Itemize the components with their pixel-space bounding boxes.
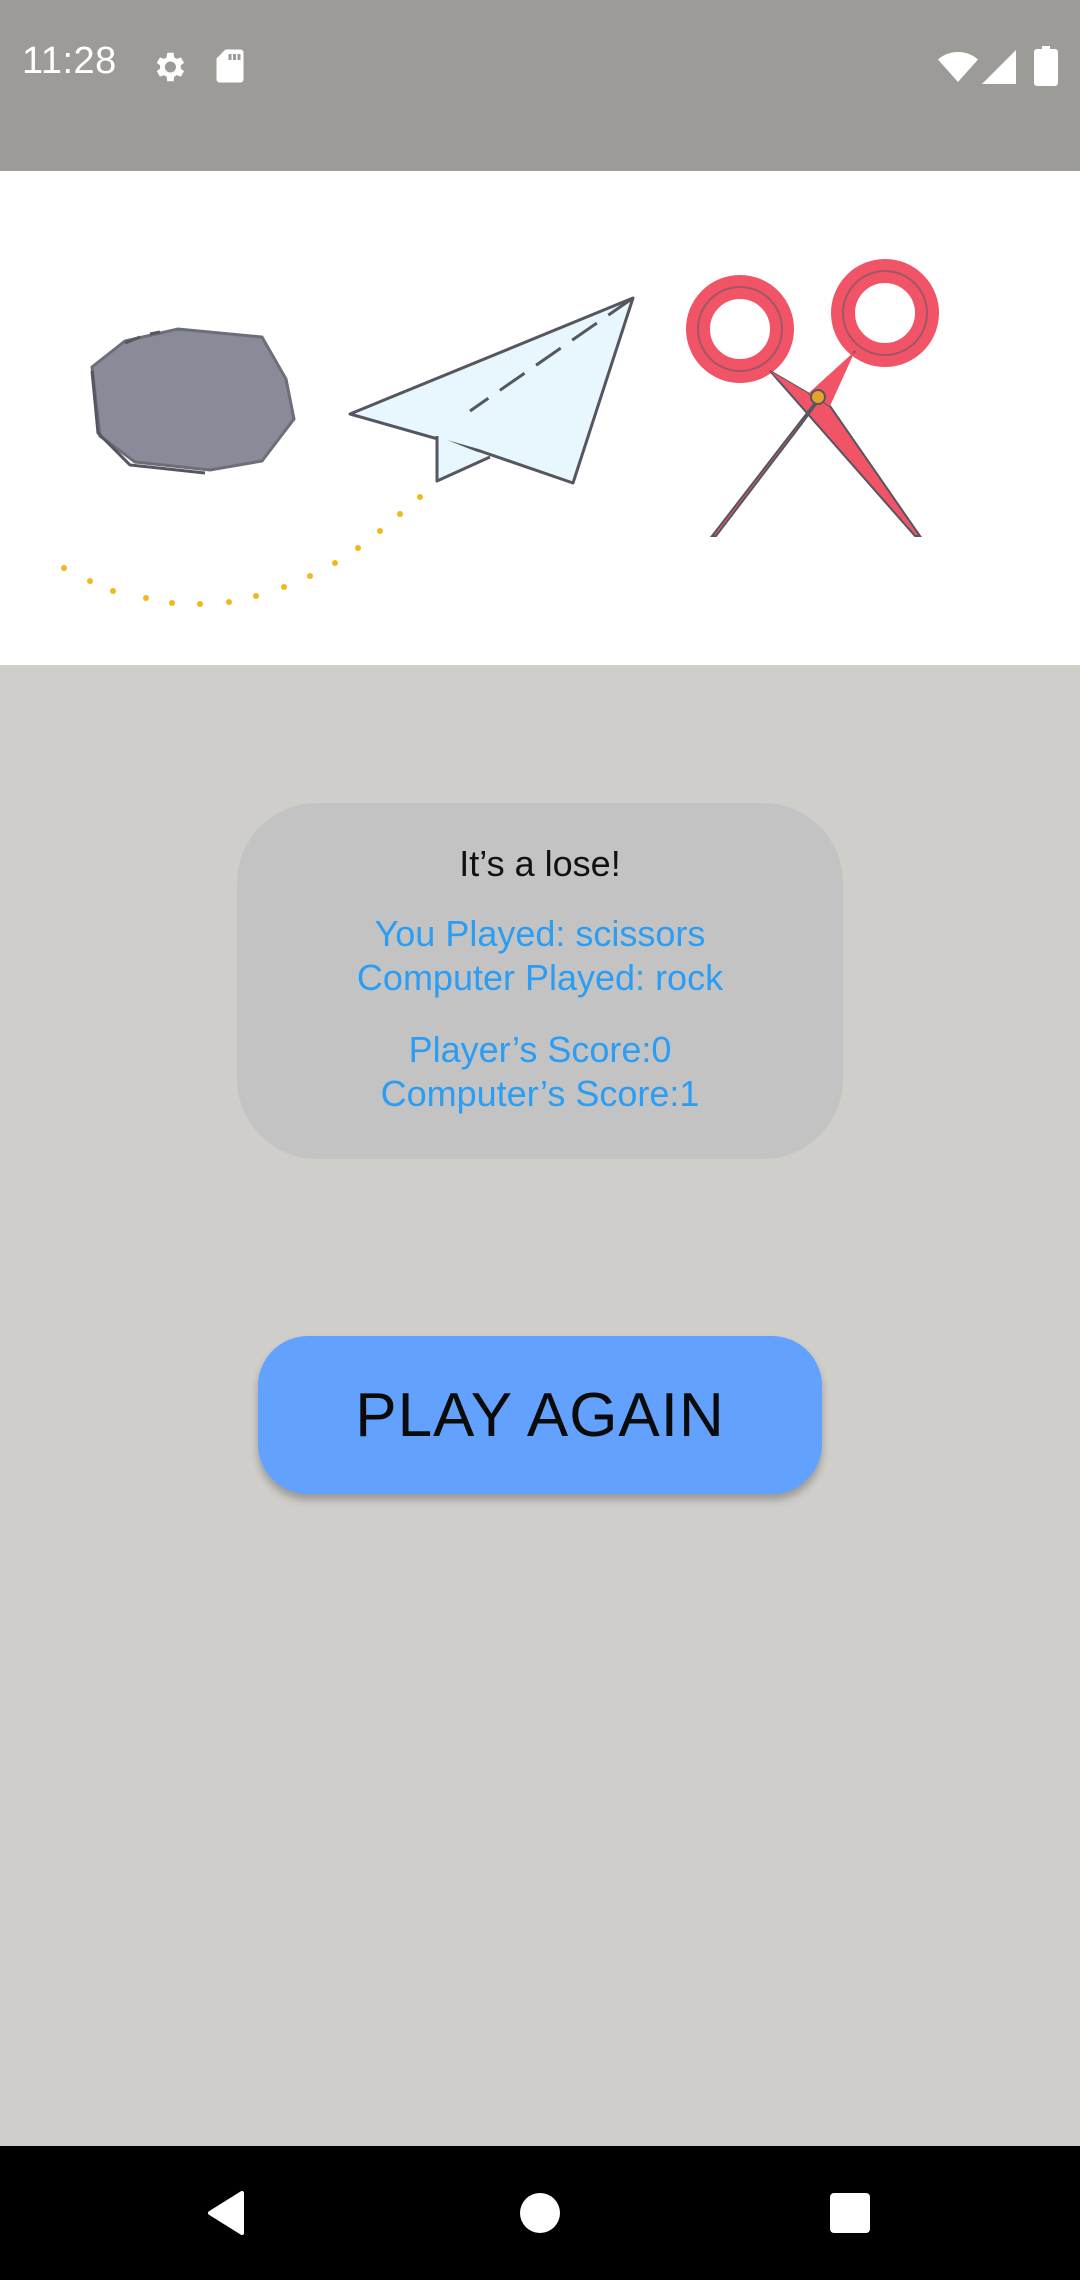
paper-plane-icon [348,296,635,485]
scissors-icon [686,259,939,537]
wifi-icon [938,52,978,82]
app-screen: 11:28 It’s a lose! You Played: scissors … [0,0,1080,2280]
gear-icon [156,52,185,82]
computer-played-text: Computer Played: rock [356,957,724,998]
rock-icon [90,327,296,475]
recents-button[interactable] [770,2146,930,2280]
computer-score-text: Computer’s Score:1 [380,1073,700,1114]
home-button[interactable] [460,2146,620,2280]
home-icon [520,2193,560,2233]
status-bar: 11:28 [0,0,1080,171]
battery-icon [1034,46,1058,86]
status-time: 11:28 [22,40,117,82]
navigation-bar [0,2146,1080,2280]
cell-signal-icon [982,50,1016,84]
result-title: It’s a lose! [459,843,621,884]
you-played-text: You Played: scissors [374,913,706,954]
player-score-text: Player’s Score:0 [408,1029,672,1070]
recents-icon [830,2193,870,2233]
back-button[interactable] [146,2146,306,2280]
rock-paper-scissors-illustration [61,259,939,607]
game-banner [0,171,1080,665]
back-icon [208,2191,244,2235]
trajectory-dots [61,494,423,607]
play-again-button[interactable]: PLAY AGAIN [258,1336,822,1494]
sd-card-icon [216,49,244,83]
result-card: It’s a lose! You Played: scissors Comput… [237,803,843,1159]
